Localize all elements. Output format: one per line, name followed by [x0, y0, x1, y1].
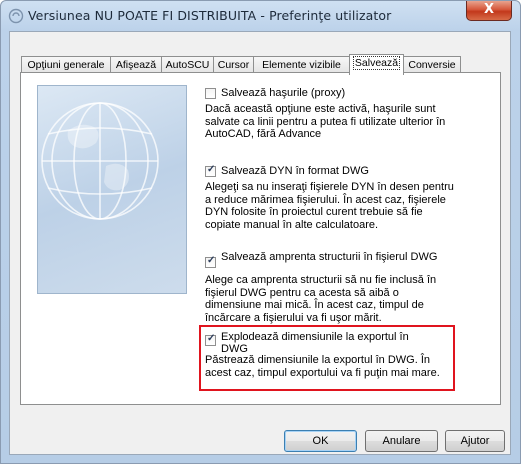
- option-description: Alege ca amprenta structurii să nu fie i…: [205, 274, 437, 324]
- tab-conversie[interactable]: Conversie: [403, 56, 461, 73]
- help-button[interactable]: Ajutor: [445, 430, 505, 452]
- option-salveaza-dyn: Salvează DYN în format DWG Alegeţi sa nu…: [205, 164, 455, 245]
- app-icon: [8, 8, 24, 24]
- option-label: Salvează amprenta structurii în fişierul…: [221, 251, 438, 263]
- option-label: Salvează DYN în format DWG: [221, 165, 369, 177]
- title-bar[interactable]: Versiunea NU POATE FI DISTRIBUITA - Pref…: [1, 1, 520, 31]
- checkbox-salveaza-hasuri[interactable]: [205, 88, 216, 99]
- globe-icon: [41, 102, 159, 220]
- highlight-box: [199, 325, 455, 391]
- checkbox-salveaza-dyn[interactable]: [205, 164, 216, 177]
- tab-autoscu[interactable]: AutoSCU: [161, 56, 214, 73]
- checkbox-salveaza-amprenta[interactable]: [205, 255, 216, 268]
- cancel-button[interactable]: Anulare: [365, 430, 438, 452]
- option-description: Alegeţi sa nu inseraţi fişierele DYN în …: [205, 181, 454, 231]
- tab-elemente-vizibile[interactable]: Elemente vizibile: [253, 56, 350, 73]
- preferences-window: Versiunea NU POATE FI DISTRIBUITA - Pref…: [0, 0, 521, 464]
- ok-button[interactable]: OK: [284, 430, 357, 452]
- tab-afiseaza[interactable]: Afişează: [110, 56, 162, 73]
- option-salveaza-hasuri: Salvează haşurile (proxy) Dacă această o…: [205, 87, 455, 157]
- close-icon: X: [483, 2, 495, 17]
- close-button[interactable]: X: [466, 1, 512, 21]
- option-salveaza-amprenta: Salvează amprenta structurii în fişierul…: [205, 251, 455, 329]
- globe-illustration: [37, 85, 187, 294]
- tab-salveaza[interactable]: Salvează: [349, 54, 404, 75]
- window-title: Versiunea NU POATE FI DISTRIBUITA - Pref…: [28, 8, 392, 23]
- option-label: Salvează haşurile (proxy): [221, 87, 346, 99]
- tab-cursor[interactable]: Cursor: [213, 56, 254, 73]
- option-description: Dacă această opţiune este activă, haşuri…: [205, 103, 446, 141]
- tab-optiuni-generale[interactable]: Opţiuni generale: [21, 56, 111, 73]
